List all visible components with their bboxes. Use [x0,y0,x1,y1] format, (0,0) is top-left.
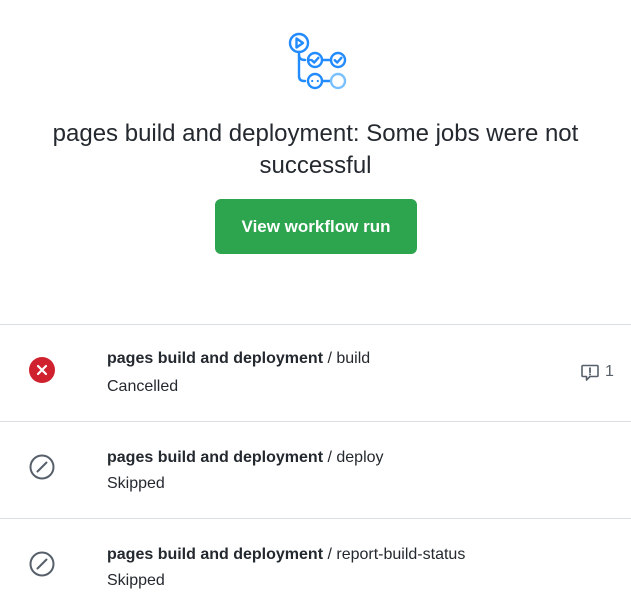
job-name[interactable]: pages build and deployment / report-buil… [107,545,465,565]
job-row-deploy[interactable]: pages build and deployment / deploy Skip… [0,422,631,518]
notification-title: pages build and deployment: Some jobs we… [0,118,631,182]
job-name[interactable]: pages build and deployment / deploy [107,448,384,468]
annotations-count[interactable]: 1 [580,361,620,383]
skip-icon [29,454,55,480]
name-separator: / [323,546,337,563]
workflow-name: pages build and deployment [107,350,324,367]
notification-page: pages build and deployment: Some jobs we… [0,0,631,609]
title-line-1: pages build and deployment: Some jobs we… [52,120,579,147]
workflow-name: pages build and deployment [107,546,324,563]
job-label: build [336,350,371,367]
skip-icon [29,551,55,577]
job-name[interactable]: pages build and deployment / build [107,349,370,369]
name-separator: / [323,449,337,466]
job-row-report-build-status[interactable]: pages build and deployment / report-buil… [0,519,631,609]
job-label: deploy [336,449,384,466]
view-workflow-run-button[interactable]: View workflow run [215,199,417,254]
workflow-name: pages build and deployment [107,449,324,466]
x-circle-fill-icon [29,357,55,383]
annotation-count-value: 1 [605,363,614,380]
job-status: Skipped [107,572,165,589]
title-line-2: successful [259,152,372,179]
job-label: report-build-status [336,546,466,563]
comment-alert-icon [581,364,599,381]
job-status: Skipped [107,475,165,492]
name-separator: / [323,350,337,367]
job-status: Cancelled [107,378,179,395]
job-row-build[interactable]: pages build and deployment / build Cance… [0,325,631,421]
github-actions-workflow-icon [288,32,347,90]
